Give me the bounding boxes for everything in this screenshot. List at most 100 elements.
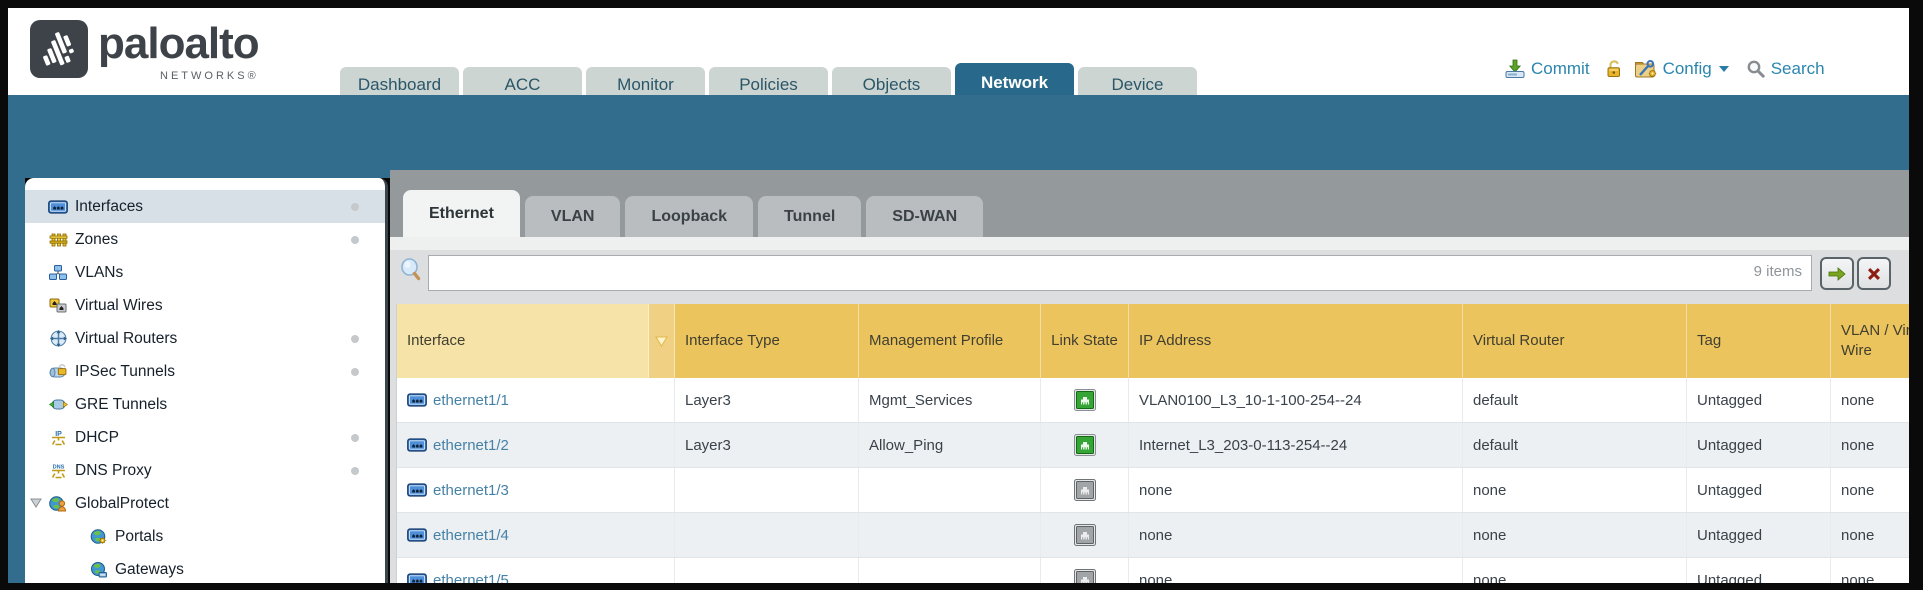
header-actions: Commit Config Search — [1504, 52, 1825, 86]
ethernet-interface-icon — [407, 528, 427, 542]
sidebar-item-label: IPSec Tunnels — [75, 363, 175, 381]
table-row: ethernet1/5nonenoneUntaggednone — [397, 558, 1909, 583]
main-content: EthernetVLANLoopbackTunnelSD-WAN 9 items… — [390, 170, 1909, 583]
sidebar-item-ipsec-tunnels[interactable]: IPSec Tunnels — [25, 355, 385, 388]
subtab-sd-wan[interactable]: SD-WAN — [866, 196, 983, 237]
globalprotect-icon — [47, 496, 69, 512]
sidebar-item-partial[interactable] — [25, 578, 385, 583]
sidebar-item-label: VLANs — [75, 264, 123, 282]
config-button[interactable]: Config — [1663, 59, 1712, 79]
ethernet-interface-icon — [407, 438, 427, 452]
cell-virtual-router: none — [1463, 468, 1687, 512]
column-header-tag[interactable]: Tag — [1687, 304, 1831, 378]
cell-management-profile — [859, 558, 1041, 583]
green-arrow-icon — [1827, 266, 1847, 282]
column-header-ip-address[interactable]: IP Address — [1129, 304, 1463, 378]
sidebar-item-dhcp[interactable]: IPDHCP — [25, 421, 385, 454]
subtab-ethernet[interactable]: Ethernet — [403, 190, 520, 237]
interface-link[interactable]: ethernet1/1 — [433, 392, 509, 409]
column-header-line2: Wire — [1841, 342, 1872, 359]
column-header-link-state[interactable]: Link State — [1041, 304, 1129, 378]
config-icon[interactable] — [1634, 59, 1658, 79]
sidebar-item-vlans[interactable]: VLANs — [25, 256, 385, 289]
column-header-virtual-router[interactable]: Virtual Router — [1463, 304, 1687, 378]
sidebar-item-gre-tunnels[interactable]: GRE Tunnels — [25, 388, 385, 421]
link-down-icon[interactable] — [1074, 479, 1096, 501]
cell-link-state — [1041, 423, 1129, 467]
commit-icon[interactable] — [1504, 59, 1526, 79]
cell-interface: ethernet1/3 — [397, 468, 675, 512]
virtual-routers-icon — [47, 330, 69, 347]
ethernet-interface-icon — [407, 573, 427, 583]
portals-icon — [87, 529, 109, 545]
cell-ip-address: none — [1129, 558, 1463, 583]
status-dot — [351, 335, 359, 343]
link-up-icon[interactable] — [1074, 434, 1096, 456]
clear-filter-button[interactable] — [1857, 257, 1891, 290]
ipsec-tunnels-icon — [47, 364, 69, 379]
paloalto-logo-icon — [30, 20, 88, 78]
subtab-tunnel[interactable]: Tunnel — [758, 196, 861, 237]
cell-ip-address: VLAN0100_L3_10-1-100-254--24 — [1129, 378, 1463, 422]
cell-link-state — [1041, 378, 1129, 422]
cell-interface: ethernet1/4 — [397, 513, 675, 557]
cell-virtual-router: default — [1463, 378, 1687, 422]
filter-input[interactable] — [428, 255, 1812, 291]
frame-right — [1909, 0, 1923, 590]
interface-link[interactable]: ethernet1/4 — [433, 527, 509, 544]
sort-dropdown-button[interactable] — [649, 304, 675, 378]
red-x-icon — [1865, 266, 1883, 282]
sidebar-item-virtual-routers[interactable]: Virtual Routers — [25, 322, 385, 355]
brand-text: paloalto NETWORKS® — [98, 20, 259, 82]
link-up-icon[interactable] — [1074, 389, 1096, 411]
search-button[interactable]: Search — [1771, 59, 1825, 79]
sidebar-item-interfaces[interactable]: Interfaces — [25, 190, 385, 223]
frame-top — [0, 0, 1923, 8]
column-header-management-profile[interactable]: Management Profile — [859, 304, 1041, 378]
commit-button[interactable]: Commit — [1531, 59, 1590, 79]
expander-open-icon[interactable] — [30, 498, 42, 508]
sidebar-item-label: Virtual Wires — [75, 297, 163, 315]
link-down-icon[interactable] — [1074, 569, 1096, 583]
sidebar-item-label: Portals — [115, 528, 163, 546]
cell-vlan-virtual-wire: none — [1831, 468, 1909, 512]
search-icon[interactable] — [1746, 59, 1766, 79]
cell-management-profile: Mgmt_Services — [859, 378, 1041, 422]
lock-icon[interactable] — [1604, 59, 1624, 79]
sidebar-item-dns-proxy[interactable]: DNS DNS Proxy — [25, 454, 385, 487]
cell-vlan-virtual-wire: none — [1831, 378, 1909, 422]
cell-virtual-router: none — [1463, 558, 1687, 583]
status-dot — [351, 203, 359, 211]
link-down-icon[interactable] — [1074, 524, 1096, 546]
gre-tunnels-icon — [47, 397, 69, 412]
sidebar-item-label: Gateways — [115, 561, 184, 579]
cell-virtual-router: none — [1463, 513, 1687, 557]
sidebar-item-portals[interactable]: Portals — [25, 520, 385, 553]
cell-interface-type: Layer3 — [675, 423, 859, 467]
subtab-loopback[interactable]: Loopback — [625, 196, 753, 237]
cell-tag: Untagged — [1687, 558, 1831, 583]
apply-filter-button[interactable] — [1820, 257, 1854, 290]
column-header-vlan-virtual-wire[interactable]: VLAN / VirtualWire — [1831, 304, 1909, 378]
column-header-interface-type[interactable]: Interface Type — [675, 304, 859, 378]
sidebar-item-globalprotect[interactable]: GlobalProtect — [25, 487, 385, 520]
column-header-interface[interactable]: Interface — [397, 304, 649, 378]
filter-search-icon — [400, 258, 422, 282]
svg-text:DNS: DNS — [52, 465, 64, 471]
sidebar-item-label: DNS Proxy — [75, 462, 152, 480]
interface-link[interactable]: ethernet1/2 — [433, 437, 509, 454]
table-header-row: Interface Interface TypeManagement Profil… — [397, 304, 1909, 378]
cell-link-state — [1041, 468, 1129, 512]
dns-proxy-icon: DNS — [47, 462, 69, 479]
chevron-down-icon[interactable] — [1718, 65, 1730, 73]
sidebar-item-zones[interactable]: Zones — [25, 223, 385, 256]
table-row: ethernet1/2Layer3Allow_PingInternet_L3_2… — [397, 423, 1909, 468]
sidebar-item-virtual-wires[interactable]: Virtual Wires — [25, 289, 385, 322]
interface-link[interactable]: ethernet1/3 — [433, 482, 509, 499]
subtab-vlan[interactable]: VLAN — [525, 196, 621, 237]
cell-tag: Untagged — [1687, 423, 1831, 467]
table-row: ethernet1/1Layer3Mgmt_ServicesVLAN0100_L… — [397, 378, 1909, 423]
ethernet-interface-icon — [407, 393, 427, 407]
interface-link[interactable]: ethernet1/5 — [433, 572, 509, 584]
cell-tag: Untagged — [1687, 513, 1831, 557]
